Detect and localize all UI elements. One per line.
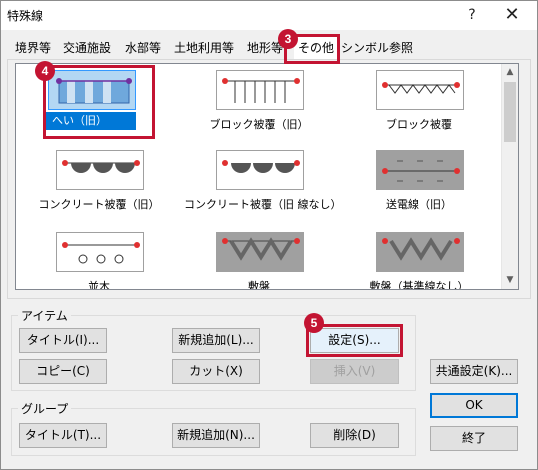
- item-label: 並木: [88, 280, 110, 290]
- callout-badge-4: 4: [35, 61, 55, 81]
- tree-row-preview-icon: [56, 232, 144, 272]
- scroll-down-icon[interactable]: ▼: [502, 272, 518, 289]
- ok-button[interactable]: OK: [430, 393, 518, 418]
- group-group-label: グループ: [18, 400, 72, 417]
- item-group-label: アイテム: [18, 307, 71, 324]
- gallery-item-block-cover-old[interactable]: ブロック被覆（旧）: [194, 70, 324, 150]
- gallery-item-block-cover[interactable]: ブロック被覆: [354, 70, 484, 150]
- paving-no-baseline-preview-icon: [376, 232, 464, 272]
- item-label: 敷盤（基準線なし）: [369, 280, 469, 290]
- item-insert-button[interactable]: 挿入(V): [310, 359, 399, 384]
- gallery-item-concrete-cover-old-no-line[interactable]: コンクリート被覆（旧 線なし）: [184, 150, 342, 230]
- item-label: ブロック被覆（旧）: [209, 118, 309, 131]
- item-label: ブロック被覆: [386, 118, 452, 131]
- callout-item-highlight: [43, 65, 155, 139]
- paving-preview-icon: [216, 232, 304, 272]
- gallery-item-concrete-cover-old[interactable]: コンクリート被覆（旧）: [34, 150, 164, 230]
- tab-symbol-reference[interactable]: シンボル参照: [341, 37, 413, 59]
- scroll-thumb[interactable]: [504, 82, 516, 142]
- tab-land-use[interactable]: 土地利用等: [174, 37, 234, 59]
- tab-water[interactable]: 水部等: [125, 37, 161, 59]
- close-button[interactable]: 終了: [430, 426, 518, 451]
- scroll-up-icon[interactable]: ▲: [502, 64, 518, 81]
- gallery-item-paving[interactable]: 敷盤: [194, 232, 324, 289]
- help-button[interactable]: ?: [457, 4, 487, 26]
- item-label: コンクリート被覆（旧 線なし）: [184, 198, 342, 211]
- group-title-button[interactable]: タイトル(T)...: [19, 423, 107, 448]
- gallery-scrollbar[interactable]: ▲ ▼: [501, 64, 518, 289]
- group-delete-button[interactable]: 削除(D): [310, 423, 399, 448]
- item-new-button[interactable]: 新規追加(L)...: [172, 328, 260, 353]
- close-window-button[interactable]: ✕: [497, 4, 527, 26]
- block-cover-old-preview-icon: [216, 70, 304, 110]
- callout-badge-5: 5: [304, 313, 324, 333]
- power-line-preview-icon: [376, 150, 464, 190]
- gallery-item-tree-row[interactable]: 並木: [34, 232, 164, 289]
- concrete-cover-old-preview-icon: [56, 150, 144, 190]
- tab-traffic[interactable]: 交通施設: [63, 37, 111, 59]
- gallery-item-paving-no-baseline[interactable]: 敷盤（基準線なし）: [354, 232, 484, 289]
- item-title-button[interactable]: タイトル(I)...: [19, 328, 107, 353]
- gallery-item-power-line-old[interactable]: 送電線（旧）: [354, 150, 484, 230]
- item-label: コンクリート被覆（旧）: [38, 198, 160, 211]
- callout-badge-3: 3: [278, 29, 298, 49]
- tab-boundary[interactable]: 境界等: [15, 37, 51, 59]
- window-title: 特殊線: [7, 9, 44, 23]
- block-cover-preview-icon: [376, 70, 464, 110]
- item-cut-button[interactable]: カット(X): [172, 359, 260, 384]
- special-line-dialog: 特殊線 ? ✕ 境界等 交通施設 水部等 土地利用等 地形等 その他 シンボル参…: [0, 0, 538, 470]
- common-settings-button[interactable]: 共通設定(K)...: [430, 359, 518, 384]
- item-label: 敷盤: [248, 280, 270, 290]
- item-copy-button[interactable]: コピー(C): [19, 359, 107, 384]
- title-bar: 特殊線 ? ✕: [1, 1, 537, 30]
- item-label: 送電線（旧）: [386, 198, 452, 211]
- concrete-cover-no-line-preview-icon: [216, 150, 304, 190]
- group-new-button[interactable]: 新規追加(N)...: [172, 423, 260, 448]
